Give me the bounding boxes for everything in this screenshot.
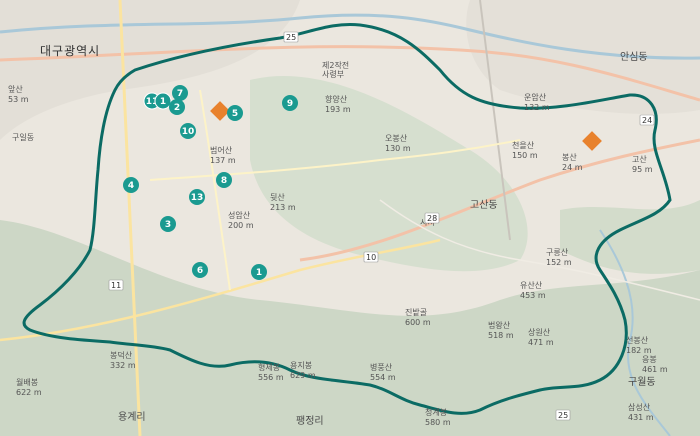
peak-name: 오봉산 <box>385 133 408 143</box>
peak-elev: 622 m <box>16 388 42 397</box>
district-label-daegu: 대구광역시 <box>40 44 100 58</box>
numbered-marker[interactable]: 4 <box>123 177 139 193</box>
peak-elev: 471 m <box>528 338 554 347</box>
svg-text:1: 1 <box>256 268 262 278</box>
peak-elev: 554 m <box>370 373 396 382</box>
numbered-marker[interactable]: 6 <box>192 262 208 278</box>
peak-name: 봉덕산 <box>110 350 133 360</box>
peak-elev: 332 m <box>110 361 136 370</box>
numbered-marker[interactable]: 1 <box>154 92 172 110</box>
svg-text:3: 3 <box>165 220 171 230</box>
place-label: 구월동 <box>628 376 656 388</box>
peak-elev: 629 m <box>290 371 316 380</box>
svg-text:7: 7 <box>177 89 183 99</box>
peak-name: 성암산 <box>228 210 251 220</box>
place-label: 제2작전 <box>322 60 349 70</box>
peak-name: 상원산 <box>528 327 551 337</box>
road-number: 10 <box>366 253 376 262</box>
svg-text:13: 13 <box>191 193 204 203</box>
peak-elev: 518 m <box>488 331 514 340</box>
svg-text:10: 10 <box>182 127 195 137</box>
peak-elev: 152 m <box>546 258 572 267</box>
peak-name: 법왕산 <box>488 320 511 330</box>
road-number: 25 <box>558 411 568 420</box>
peak-elev: 200 m <box>228 221 254 230</box>
peak-elev: 132 m <box>524 103 550 112</box>
peak-elev: 95 m <box>632 165 653 174</box>
numbered-marker[interactable]: 2 <box>169 99 185 115</box>
svg-text:6: 6 <box>197 266 203 276</box>
numbered-marker[interactable]: 3 <box>160 216 176 232</box>
place-label: 팽정리 <box>296 415 324 427</box>
peak-name: 응봉 <box>642 355 657 364</box>
numbered-marker[interactable]: 9 <box>282 95 298 111</box>
peak-elev: 53 m <box>8 95 29 104</box>
peak-name: 향양산 <box>325 94 348 104</box>
peak-elev: 193 m <box>325 105 351 114</box>
place-label: 용계리 <box>118 411 146 423</box>
peak-elev: 431 m <box>628 413 654 422</box>
peak-elev: 150 m <box>512 151 538 160</box>
peak-elev: 600 m <box>405 318 431 327</box>
peak-name: 형제봉 <box>258 363 280 372</box>
peak-name: 천을산 <box>512 140 535 150</box>
peak-name: 뒷산 <box>270 192 285 202</box>
peak-elev: 580 m <box>425 418 451 427</box>
peak-name: 병풍산 <box>370 362 393 372</box>
district-label-gosan: 고산동 <box>470 199 498 211</box>
svg-text:1: 1 <box>160 97 166 107</box>
svg-text:2: 2 <box>174 103 180 113</box>
peak-name: 용지봉 <box>290 361 312 370</box>
district-label-ansim: 안심동 <box>620 51 648 63</box>
peak-name: 선봉산 <box>626 335 649 345</box>
peak-elev: 24 m <box>562 163 583 172</box>
peak-name: 범어산 <box>210 145 233 155</box>
numbered-marker[interactable]: 1 <box>251 264 267 280</box>
numbered-marker[interactable]: 7 <box>172 85 188 101</box>
peak-elev: 453 m <box>520 291 546 300</box>
peak-elev: 213 m <box>270 203 296 212</box>
road-number: 28 <box>427 214 437 223</box>
numbered-marker[interactable]: 5 <box>227 105 243 121</box>
peak-name: 앞산 <box>8 84 23 94</box>
peak-name: 고산 <box>632 154 647 164</box>
peak-name: 유산산 <box>520 280 543 290</box>
svg-text:9: 9 <box>287 99 293 109</box>
peak-name: 봉산 <box>562 152 577 162</box>
numbered-marker[interactable]: 10 <box>180 123 196 139</box>
peak-elev: 556 m <box>258 373 284 382</box>
svg-text:4: 4 <box>128 181 134 191</box>
peak-name: 삼성산 <box>628 402 651 412</box>
peak-name: 운암산 <box>524 92 547 102</box>
place-label: 구일동 <box>12 133 34 142</box>
road-number: 25 <box>286 33 296 42</box>
numbered-marker[interactable]: 13 <box>189 189 205 205</box>
peak-name: 진밭골 <box>405 307 427 317</box>
map-view[interactable]: 대구광역시 안심동 고산동 범어산 137 m 용지봉 629 m 병풍산 55… <box>0 0 700 436</box>
road-number: 24 <box>642 116 652 125</box>
peak-elev: 137 m <box>210 156 236 165</box>
peak-elev: 182 m <box>626 346 652 355</box>
peak-elev: 130 m <box>385 144 411 153</box>
peak-name: 청계봉 <box>425 407 447 417</box>
peak-name: 구릉산 <box>546 247 569 257</box>
place-label: 사령부 <box>322 70 344 79</box>
map-canvas[interactable]: 대구광역시 안심동 고산동 범어산 137 m 용지봉 629 m 병풍산 55… <box>0 0 700 436</box>
peak-name: 월배봉 <box>16 377 38 387</box>
svg-text:8: 8 <box>221 176 227 186</box>
numbered-marker[interactable]: 8 <box>216 172 232 188</box>
peak-elev: 461 m <box>642 365 668 374</box>
road-number: 11 <box>111 281 121 290</box>
svg-text:5: 5 <box>232 109 238 119</box>
